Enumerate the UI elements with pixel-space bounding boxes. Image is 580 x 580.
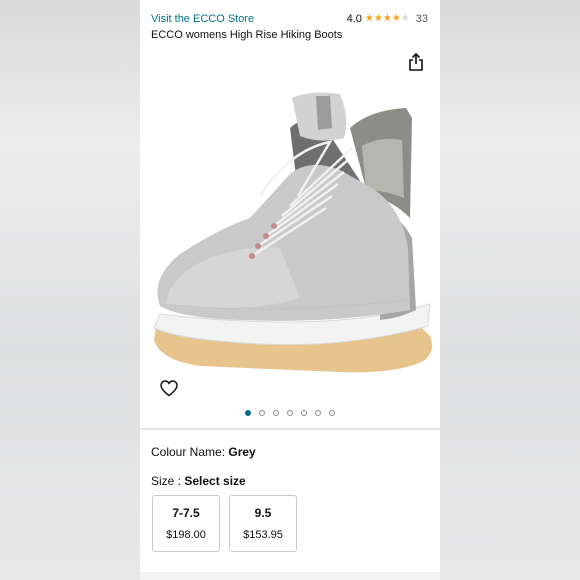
size-options: 7-7.5 $198.00 9.5 $153.95 <box>152 495 297 552</box>
size-option[interactable]: 9.5 $153.95 <box>229 495 297 552</box>
rating-stars: ★ ★ ★ ★ ★ <box>365 14 410 24</box>
product-image[interactable] <box>140 78 440 378</box>
size-value: Select size <box>184 474 246 488</box>
heart-icon[interactable] <box>160 380 178 397</box>
share-icon[interactable] <box>408 53 424 71</box>
size-option-size: 7-7.5 <box>172 506 200 520</box>
size-option-price: $198.00 <box>166 529 206 541</box>
colour-label: Colour Name: <box>151 445 229 459</box>
size-label: Size : <box>151 474 185 488</box>
rating-summary[interactable]: 4.0 ★ ★ ★ ★ ★ 33 <box>347 13 428 25</box>
image-pagination <box>140 410 440 416</box>
pagination-dot[interactable] <box>329 410 335 416</box>
blurred-background-right <box>440 0 580 580</box>
star-icon: ★ <box>400 13 410 24</box>
star-icon: ★ <box>382 13 392 24</box>
product-page: Visit the ECCO Store 4.0 ★ ★ ★ ★ ★ 33 EC… <box>140 0 440 580</box>
pagination-dot[interactable] <box>315 410 321 416</box>
size-option-size: 9.5 <box>254 506 272 520</box>
store-link[interactable]: Visit the ECCO Store <box>151 13 254 25</box>
star-icon: ★ <box>391 13 401 24</box>
product-title: ECCO womens High Rise Hiking Boots <box>151 29 343 41</box>
pagination-dot[interactable] <box>259 410 265 416</box>
rating-count: 33 <box>415 13 428 25</box>
size-selector-label: Size : Select size <box>151 474 246 488</box>
rating-value: 4.0 <box>346 13 362 25</box>
blurred-background-left <box>0 0 140 580</box>
size-option-price: $153.95 <box>243 529 283 541</box>
pagination-dot[interactable] <box>287 410 293 416</box>
pagination-dot[interactable] <box>301 410 307 416</box>
bottom-divider <box>140 572 440 580</box>
colour-value: Grey <box>228 445 256 459</box>
star-icon: ★ <box>373 13 383 24</box>
pagination-dot[interactable] <box>245 410 251 416</box>
size-option[interactable]: 7-7.5 $198.00 <box>152 495 220 552</box>
star-icon: ★ <box>364 13 374 24</box>
section-divider <box>140 428 440 430</box>
product-header: Visit the ECCO Store 4.0 ★ ★ ★ ★ ★ 33 EC… <box>140 0 440 44</box>
pagination-dot[interactable] <box>273 410 279 416</box>
colour-name: Colour Name: Grey <box>151 445 256 459</box>
